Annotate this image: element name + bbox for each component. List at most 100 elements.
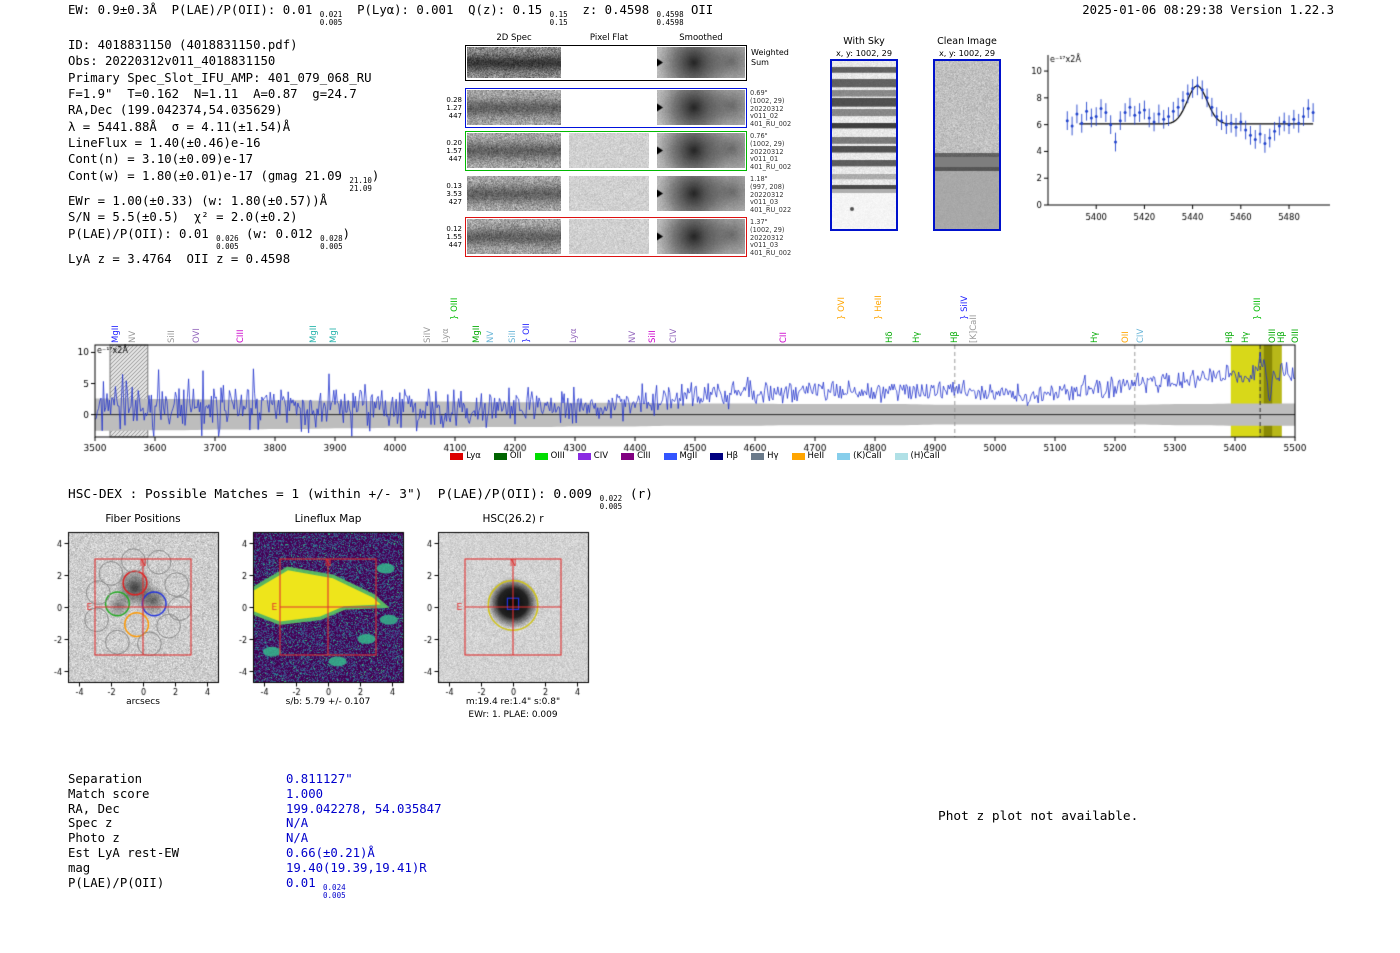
stacked-fraction: 0.021 0.005: [319, 10, 343, 28]
hsc-matches-line: HSC-DEX : Possible Matches = 1 (within +…: [68, 487, 654, 512]
match-row: Spec z N/A: [68, 816, 441, 831]
line-label: } OIII: [1253, 297, 1264, 320]
info-line: ID: 4018831150 (4018831150.pdf): [68, 38, 298, 52]
clean-image-xy: x, y: 1002, 29: [938, 48, 996, 58]
info-line: RA,Dec (199.042374,54.035629): [68, 103, 283, 118]
weighted-sum-label: Weighted Sum: [751, 48, 789, 67]
legend-swatch: [493, 452, 507, 460]
legend-swatch: [663, 452, 677, 460]
info-line: EWr = 1.00(±0.33) (w: 1.80(±0.57))Å: [68, 193, 328, 208]
flat-thumbnail: [569, 176, 649, 211]
info-line: λ = 5441.88Å σ = 4.11(±1.54)Å: [68, 119, 291, 134]
match-row: P(LAE)/P(OII) 0.01 0.024 0.005: [68, 876, 441, 900]
row-weight-labels: 0.12 1.55 447: [446, 224, 462, 250]
with-sky-image: [830, 59, 898, 231]
match-row: mag 19.40(19.39,19.41)R: [68, 861, 441, 876]
legend-item: Lyα: [450, 451, 481, 461]
flat-thumbnail: [569, 133, 649, 168]
row-weight-labels: 0.28 1.27 447: [446, 95, 462, 121]
match-row-value: 0.66(±0.21)Å: [286, 845, 375, 860]
legend-swatch: [791, 452, 805, 460]
with-sky-title: With Sky: [843, 36, 885, 47]
info-line: Cont(w) = 1.80(±0.01)e-17 (gmag 21.09 21…: [68, 168, 380, 193]
info-line: P(LAE)/P(OII): 0.01 0.026 0.005 (w: 0.012…: [68, 226, 351, 251]
spec2d-thumbnail: [467, 133, 561, 168]
match-row-value: N/A: [286, 831, 309, 846]
info-line: Obs: 20220312v011_4018831150: [68, 54, 276, 69]
info-line: S/N = 5.5(±0.5) χ² = 2.0(±0.2): [68, 210, 298, 225]
spec2d-thumbnail: [467, 176, 561, 211]
flat-thumbnail: [569, 219, 649, 254]
with-sky-canvas: [832, 61, 896, 229]
match-row: Photo z N/A: [68, 831, 441, 846]
legend-swatch: [710, 452, 724, 460]
lineflux-map-plot: [227, 530, 405, 698]
info-line: LyA z = 3.4764 OII z = 0.4598: [68, 251, 291, 266]
match-row-label: Est LyA rest-EW: [68, 845, 180, 860]
match-row-value: 0.01 0.024 0.005: [286, 875, 346, 900]
row-weight-labels: 0.13 3.53 427: [446, 181, 462, 207]
stacked-fraction: 0.022 0.005: [599, 494, 623, 512]
smooth-thumbnail: [657, 133, 745, 168]
col-header-pixelflat: Pixel Flat: [589, 33, 629, 43]
match-row-label: Photo z: [68, 831, 120, 846]
row-weight-labels: 0.20 1.57 447: [446, 138, 462, 164]
match-row: Separation 0.811127": [68, 772, 441, 787]
spectrum-legend: Lyα OII OIII CIV CIII MgII Hβ Hγ HeII (K)CaII (H)C…: [95, 451, 1295, 461]
elixer-detection-report: EW: 0.9±0.3Å P(LAE)/P(OII): 0.01 0.021 0.…: [0, 0, 1400, 953]
stacked-fraction: 0.026 0.005: [216, 233, 239, 251]
spec2d-thumbnail: [467, 90, 561, 125]
lineflux-caption: s/b: 5.79 +/- 0.107: [285, 697, 371, 707]
legend-swatch: [450, 452, 464, 460]
clean-image: [933, 59, 1001, 231]
summary-line: EW: 0.9±0.3Å P(LAE)/P(OII): 0.01 0.021 0.…: [68, 3, 714, 28]
stacked-fraction: 0.028 0.005: [320, 233, 343, 251]
legend-swatch: [894, 452, 908, 460]
match-table: Separation 0.811127" Match score 1.000 RA, D…: [68, 772, 441, 900]
col-header-smoothed: Smoothed: [679, 33, 723, 43]
legend-label: OIII: [550, 451, 565, 461]
detection-info-block: ID: 4018831150 (4018831150.pdf) Obs: 2022…: [68, 37, 379, 267]
row-annotation: 0.69" (1002, 29) 20220312 v011_02 401_RU…: [750, 89, 792, 129]
match-row-value: 199.042278, 54.035847: [286, 801, 442, 816]
legend-item: OIII: [534, 451, 565, 461]
legend-label: HeII: [807, 451, 825, 461]
fiber-positions-plot: [42, 530, 220, 698]
lineflux-map-title: Lineflux Map: [294, 513, 362, 525]
full-spectrum-plot: [40, 336, 1350, 462]
legend-item: Hγ: [751, 451, 779, 461]
match-row: Est LyA rest-EW 0.66(±0.21)Å: [68, 846, 441, 861]
hsc-caption-2: EWr: 1. PLAE: 0.009: [468, 710, 558, 720]
row-annotation: 1.37" (1002, 29) 20220312 v011_03 401_RU…: [750, 218, 792, 258]
line-label: } HeII: [874, 295, 884, 320]
info-line: Primary Spec_Slot_IFU_AMP: 401_079_068_R…: [68, 70, 372, 85]
match-row-label: Spec z: [68, 816, 113, 831]
legend-label: OII: [509, 451, 522, 461]
match-row-value: 1.000: [286, 786, 324, 801]
stacked-fraction: 21.10 21.09: [349, 175, 372, 193]
line-label: } SiIV: [960, 295, 971, 320]
legend-item: MgII: [663, 451, 697, 461]
row-annotation: 1.18" (997, 208) 20220312 v011_03 401_RU…: [750, 175, 792, 215]
spec2d-thumbnail: [467, 47, 561, 78]
with-sky-xy: x, y: 1002, 29: [835, 48, 893, 58]
legend-item: Hβ: [710, 451, 738, 461]
legend-label: (K)CaII: [853, 451, 882, 461]
legend-item: (H)CaII: [894, 451, 940, 461]
stacked-fraction: 0.024 0.005: [323, 882, 346, 900]
spec2d-thumbnail: [467, 219, 561, 254]
row-annotation: 0.76" (1002, 29) 20220312 v011_01 401_RU…: [750, 132, 792, 172]
info-line: LineFlux = 1.40(±0.46)e-16: [68, 136, 261, 151]
info-line: Cont(n) = 3.10(±0.09)e-17: [68, 152, 254, 167]
match-row-label: Separation: [68, 772, 143, 786]
smooth-thumbnail: [657, 219, 745, 254]
match-row-label: Match score: [68, 786, 150, 801]
photz-note: Phot z plot not available.: [938, 809, 1139, 824]
match-row-value: 0.811127": [286, 772, 353, 786]
legend-label: Lyα: [466, 451, 481, 461]
stacked-fraction: 0.15 0.15: [549, 10, 568, 28]
clean-image-canvas: [935, 61, 999, 229]
line-label: } OVI: [836, 297, 847, 320]
match-row-label: RA, Dec: [68, 801, 120, 816]
legend-item: (K)CaII: [837, 451, 882, 461]
